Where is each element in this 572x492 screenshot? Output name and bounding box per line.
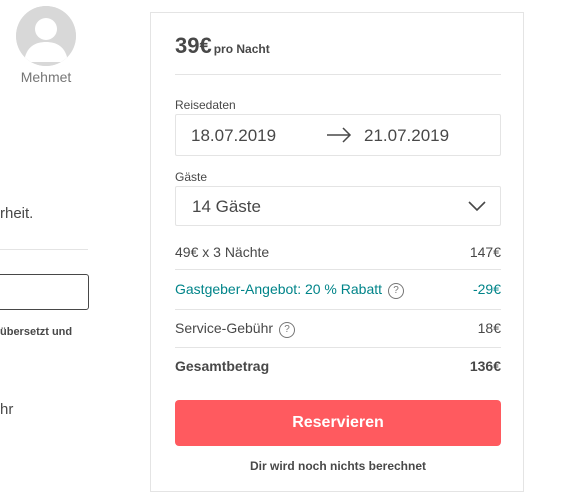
divider	[175, 309, 501, 310]
host-name: Mehmet	[20, 69, 72, 85]
booking-card: 39€ pro Nacht Reisedaten 18.07.2019 21.07…	[150, 12, 524, 492]
guests-label: Gäste	[175, 170, 208, 184]
message-input[interactable]	[0, 274, 89, 310]
host-avatar[interactable]	[16, 6, 76, 66]
text-fragment: hr	[0, 401, 14, 418]
service-value: 18€	[477, 320, 501, 336]
text-fragment: übersetzt und	[0, 326, 73, 338]
check-out-date[interactable]: 21.07.2019	[364, 126, 449, 146]
discount-value: -29€	[472, 281, 501, 297]
text-fragment: rheit.	[0, 205, 34, 222]
nights-value: 147€	[469, 244, 501, 260]
check-in-date[interactable]: 18.07.2019	[191, 126, 276, 146]
price-unit: pro Nacht	[213, 42, 270, 56]
nights-label: 49€ x 3 Nächte	[175, 244, 270, 260]
question-circle-icon[interactable]: ?	[388, 283, 405, 299]
service-fee-row: Service-Gebühr? 18€	[175, 320, 501, 340]
question-circle-icon[interactable]: ?	[279, 322, 296, 338]
chevron-down-icon	[468, 201, 486, 212]
total-label: Gesamtbetrag	[175, 358, 270, 374]
nights-row: 49€ x 3 Nächte 147€	[175, 244, 501, 264]
divider	[0, 249, 88, 250]
price-per-night: 39€ pro Nacht	[175, 33, 270, 59]
total-value: 136€	[469, 358, 501, 374]
discount-row: Gastgeber-Angebot: 20 % Rabatt? -29€	[175, 281, 501, 301]
guests-value: 14 Gäste	[192, 197, 261, 216]
service-label-wrap: Service-Gebühr?	[175, 320, 296, 338]
user-silhouette-icon	[16, 6, 76, 66]
discount-label-wrap: Gastgeber-Angebot: 20 % Rabatt?	[175, 281, 405, 299]
discount-label: Gastgeber-Angebot: 20 % Rabatt	[175, 281, 383, 297]
price-amount: 39€	[175, 33, 212, 58]
divider	[175, 74, 501, 75]
dates-label: Reisedaten	[175, 98, 236, 112]
service-label: Service-Gebühr	[175, 320, 274, 336]
arrow-right-icon	[327, 127, 352, 143]
total-row: Gesamtbetrag 136€	[175, 358, 501, 378]
divider	[175, 347, 501, 348]
no-charge-note: Dir wird noch nichts berechnet	[249, 459, 427, 473]
guests-select[interactable]: 14 Gäste	[175, 186, 501, 226]
date-picker: 18.07.2019 21.07.2019	[175, 114, 501, 156]
divider	[175, 269, 501, 270]
reserve-button[interactable]: Reservieren	[175, 400, 501, 446]
